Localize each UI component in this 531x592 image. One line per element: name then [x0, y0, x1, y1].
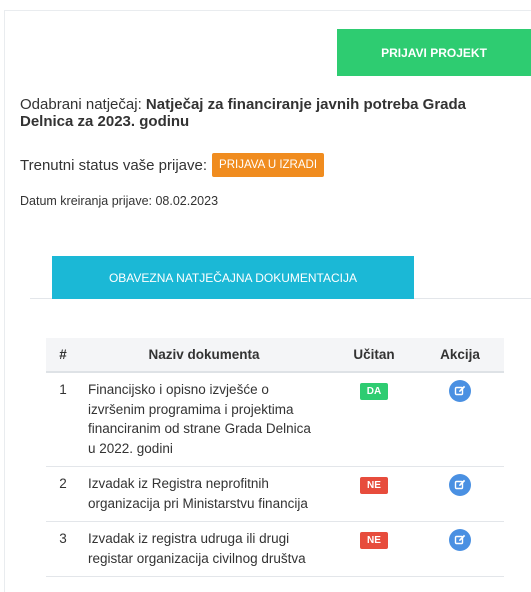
header-document-name: Naziv dokumenta [80, 338, 332, 373]
documents-table: # Naziv dokumenta Učitan Akcija 1 Financ… [46, 338, 504, 577]
row-number: 3 [46, 521, 80, 577]
header-uploaded: Učitan [332, 338, 416, 373]
competition-prefix: Odabrani natječaj: [20, 96, 146, 113]
status-label: Trenutni status vaše prijave: [20, 156, 208, 174]
document-name: Izvadak iz registra udruga ili drugi reg… [80, 521, 332, 577]
edit-document-button[interactable] [449, 529, 471, 551]
uploaded-badge: DA [359, 383, 389, 400]
document-name: Financijsko i opisno izvješće o izvršeni… [80, 372, 332, 467]
header-number: # [46, 338, 80, 373]
edit-icon [454, 385, 466, 396]
edit-document-button[interactable] [449, 474, 471, 496]
table-row: 3 Izvadak iz registra udruga ili drugi r… [46, 521, 504, 577]
uploaded-badge: NE [360, 532, 388, 549]
table-row: 1 Financijsko i opisno izvješće o izvrše… [46, 372, 504, 467]
edit-document-button[interactable] [449, 380, 471, 402]
tab-required-documents[interactable]: OBAVEZNA NATJEČAJNA DOKUMENTACIJA [52, 256, 414, 299]
header-action: Akcija [416, 338, 504, 373]
status-badge: PRIJAVA U IZRADI [212, 153, 325, 177]
submit-project-button[interactable]: PRIJAVI PROJEKT [337, 29, 531, 76]
table-header-row: # Naziv dokumenta Učitan Akcija [46, 338, 504, 373]
row-number: 2 [46, 466, 80, 522]
edit-icon [454, 534, 466, 545]
uploaded-badge: NE [360, 477, 388, 494]
edit-icon [454, 479, 466, 490]
document-name: Izvadak iz Registra neprofitnih organiza… [80, 466, 332, 522]
row-number: 1 [46, 372, 80, 467]
application-status: Trenutni status vaše prijave: PRIJAVA U … [20, 153, 325, 177]
table-row: 2 Izvadak iz Registra neprofitnih organi… [46, 466, 504, 522]
selected-competition: Odabrani natječaj: Natječaj za financira… [20, 96, 500, 130]
creation-date: Datum kreiranja prijave: 08.02.2023 [20, 194, 219, 208]
